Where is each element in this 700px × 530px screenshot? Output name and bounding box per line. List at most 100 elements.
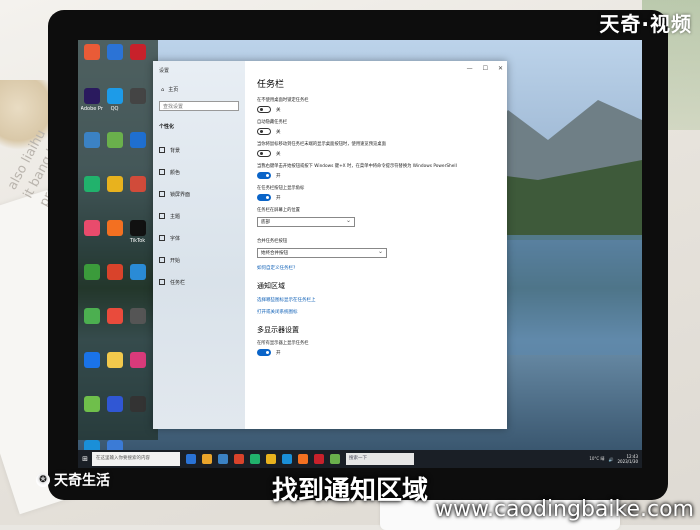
multi-display-toggle[interactable] <box>257 349 271 356</box>
app-icon <box>83 44 100 60</box>
system-icons-link[interactable]: 打开或关闭系统图标 <box>257 309 497 315</box>
taskbar-app-icon[interactable] <box>314 454 324 464</box>
app-icon <box>129 132 146 148</box>
desktop-icon[interactable] <box>82 396 101 434</box>
desktop-icon[interactable] <box>82 220 101 258</box>
sidebar-home[interactable]: ⌂ 主页 <box>161 86 178 94</box>
image-icon <box>159 147 165 153</box>
taskbar-app-icon[interactable] <box>298 454 308 464</box>
settings-search-input[interactable]: 查找设置 <box>159 101 239 111</box>
font-icon <box>159 235 165 241</box>
desktop-icon[interactable] <box>128 264 147 302</box>
sidebar-item-taskbar[interactable]: 任务栏 <box>159 271 190 293</box>
weather-text[interactable]: 10°C 晴 <box>589 456 604 462</box>
home-icon: ⌂ <box>161 86 165 93</box>
setting-label: 当我右键单击开始按钮或按下 Windows 键+X 时，在菜单中将命令提示符替换… <box>257 164 457 169</box>
site-url: www.caodingbaike.com <box>434 497 694 522</box>
desktop-icon-label: QQ <box>110 106 119 112</box>
taskbar-app-icon[interactable] <box>186 454 196 464</box>
app-icon <box>106 264 123 280</box>
desktop-icon[interactable] <box>82 264 101 302</box>
sidebar-item-start[interactable]: 开始 <box>159 249 190 271</box>
settings-content: 任务栏 在不使用桌面时锁定任务栏 关 自动隐藏任务栏 关 当你将鼠标移动到任务栏… <box>257 77 497 363</box>
sidebar-item-fonts[interactable]: 字体 <box>159 227 190 249</box>
taskbar-app-icon[interactable] <box>282 454 292 464</box>
minimize-button[interactable]: — <box>467 65 473 72</box>
taskbar: ⊞ 在这里输入你要搜索的内容 搜索一下 10°C 晴 🔊 12:43 2023/… <box>78 450 642 468</box>
desktop-icon[interactable] <box>105 220 124 258</box>
maximize-button[interactable]: ☐ <box>483 65 488 72</box>
taskbar-search-box[interactable]: 搜索一下 <box>346 453 414 465</box>
taskbar-app-icon[interactable] <box>330 454 340 464</box>
desktop-icon[interactable] <box>82 44 101 82</box>
desktop-icon[interactable] <box>105 44 124 82</box>
taskbar-app-icon[interactable] <box>250 454 260 464</box>
app-icon <box>106 308 123 324</box>
volume-icon[interactable]: 🔊 <box>609 457 614 462</box>
desktop-icon[interactable]: TikTok <box>128 220 147 258</box>
desktop-icon[interactable] <box>82 176 101 214</box>
select-icons-link[interactable]: 选择哪些图标显示在任务栏上 <box>257 297 497 303</box>
clock-date: 2023/1/30 <box>617 459 638 464</box>
desktop-icon[interactable] <box>128 44 147 82</box>
app-icon <box>129 44 146 60</box>
lock-taskbar-toggle[interactable] <box>257 106 271 113</box>
start-button[interactable]: ⊞ <box>78 455 92 463</box>
app-icon <box>83 396 100 412</box>
desktop-icon[interactable] <box>128 88 147 126</box>
taskbar-search-input[interactable]: 在这里输入你要搜索的内容 <box>92 452 180 466</box>
desktop-icon[interactable] <box>105 396 124 434</box>
app-icon <box>129 396 146 412</box>
desktop-icon[interactable]: Adobe Premi... <box>80 88 103 126</box>
sidebar-item-lockscreen[interactable]: 锁屏界面 <box>159 183 190 205</box>
close-button[interactable]: ✕ <box>498 65 503 72</box>
setting-label: 在不使用桌面时锁定任务栏 <box>257 98 309 103</box>
desktop-icon[interactable] <box>82 132 101 170</box>
desktop-icon[interactable] <box>128 396 147 434</box>
toggle-state: 开 <box>276 350 281 356</box>
sidebar-item-themes[interactable]: 主题 <box>159 205 190 227</box>
customize-taskbar-link[interactable]: 如何自定义任务栏? <box>257 265 497 271</box>
desktop-icon[interactable] <box>128 176 147 214</box>
app-icon <box>129 176 146 192</box>
desktop-icon[interactable] <box>105 352 124 390</box>
desktop-icon[interactable] <box>128 352 147 390</box>
setting-autohide: 自动隐藏任务栏 关 <box>257 120 497 135</box>
desktop-icon[interactable] <box>105 264 124 302</box>
badges-toggle[interactable] <box>257 194 271 201</box>
app-icon <box>106 88 123 104</box>
desktop-icon-row <box>82 352 148 390</box>
desktop-icon[interactable] <box>128 132 147 170</box>
taskbar-app-icon[interactable] <box>234 454 244 464</box>
desktop-icon-row: TikTok <box>82 220 148 258</box>
taskbar-app-icon[interactable] <box>266 454 276 464</box>
combine-select[interactable]: 始终合并按钮 <box>257 247 387 258</box>
desktop-icon[interactable] <box>105 132 124 170</box>
setting-lock-taskbar: 在不使用桌面时锁定任务栏 关 <box>257 98 497 113</box>
desktop-icon[interactable] <box>82 352 101 390</box>
desktop-icon[interactable]: QQ <box>105 88 124 126</box>
autohide-toggle[interactable] <box>257 128 271 135</box>
desktop-icon-label: Adobe Premi... <box>80 106 103 112</box>
clock[interactable]: 12:43 2023/1/30 <box>617 454 638 464</box>
app-icon <box>106 396 123 412</box>
sidebar-item-background[interactable]: 背景 <box>159 139 190 161</box>
desktop-icon[interactable] <box>128 308 147 346</box>
desktop-icon-row <box>82 264 148 302</box>
app-icon <box>83 220 100 236</box>
taskbar-app-icon[interactable] <box>218 454 228 464</box>
palette-icon <box>159 169 165 175</box>
monitor-bezel: Adobe Premi...QQTikTokMicrosoft Edge 设置 … <box>48 10 668 500</box>
desktop-icon[interactable] <box>105 176 124 214</box>
taskbar-app-icon[interactable] <box>202 454 212 464</box>
position-select[interactable]: 底部 <box>257 216 355 227</box>
desktop-icon[interactable] <box>82 308 101 346</box>
powershell-toggle[interactable] <box>257 172 271 179</box>
system-tray: 10°C 晴 🔊 12:43 2023/1/30 <box>589 454 642 464</box>
desktop-icon[interactable] <box>105 308 124 346</box>
lockscreen-icon <box>159 191 165 197</box>
sidebar-item-colors[interactable]: 颜色 <box>159 161 190 183</box>
peek-toggle[interactable] <box>257 150 271 157</box>
app-icon <box>83 264 100 280</box>
desktop-icons: Adobe Premi...QQTikTokMicrosoft Edge <box>80 44 148 468</box>
